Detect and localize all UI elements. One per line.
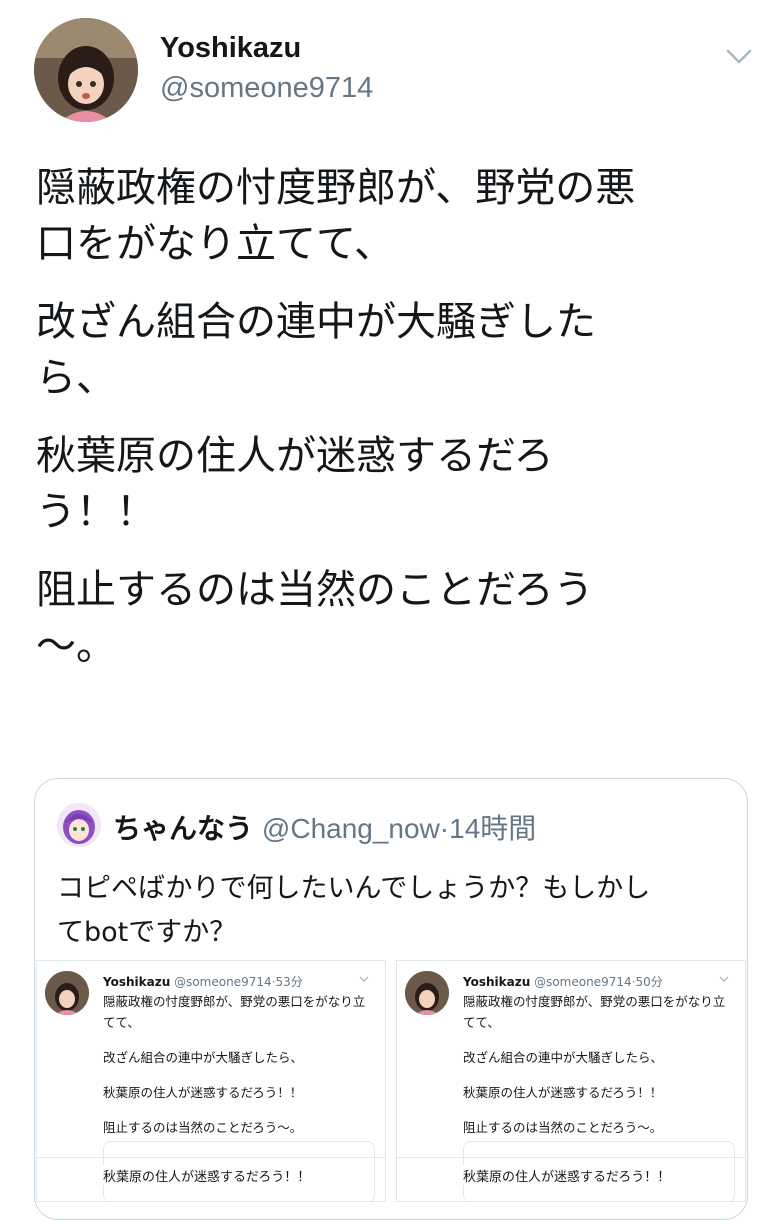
screenshot-line: 改ざん組合の連中が大騒ぎしたら、: [103, 1050, 304, 1065]
quote-text: コピペばかりで何したいんでしょうか？もしかし てbotですか？: [57, 873, 651, 948]
quote-separator: ·: [439, 813, 450, 844]
screenshot-text: 隠蔽政権の忖度野郎が、野党の悪口をがなり立てて、 改ざん組合の連中が大騒ぎしたら…: [463, 991, 735, 1152]
user-name[interactable]: Yoshikazu: [160, 32, 301, 65]
screenshot-author-name: Yoshikazu: [463, 975, 531, 989]
quote-avatar: [57, 803, 101, 847]
tweet-paragraph: 隠蔽政権の忖度野郎が、野党の悪 口をがなり立てて、: [36, 165, 636, 267]
embedded-screenshot[interactable]: Yoshikazu @someone9714·53分 隠蔽政権の忖度野郎が、野党…: [36, 960, 386, 1202]
chevron-down-icon: [359, 975, 369, 986]
user-handle[interactable]: @someone9714: [160, 72, 373, 105]
quote-timestamp: 14時間: [449, 813, 537, 844]
screenshot-line: 隠蔽政権の忖度野郎が、野党の悪口をがなり立てて、: [103, 994, 366, 1030]
screenshot-text: 隠蔽政権の忖度野郎が、野党の悪口をがなり立てて、 改ざん組合の連中が大騒ぎしたら…: [103, 991, 375, 1152]
tweet-text: 隠蔽政権の忖度野郎が、野党の悪 口をがなり立てて、 改ざん組合の連中が大騒ぎした…: [36, 160, 756, 696]
quote-author-name: ちゃんなう: [113, 812, 254, 845]
screenshot-next-line: 秋葉原の住人が迷惑するだろう！！: [463, 1166, 677, 1185]
screenshot-line: 秋葉原の住人が迷惑するだろう！！: [463, 1085, 663, 1100]
screenshot-timestamp: 50分: [635, 975, 663, 989]
embedded-screenshot[interactable]: Yoshikazu @someone9714·50分 隠蔽政権の忖度野郎が、野党…: [396, 960, 746, 1202]
tweet-paragraph: 改ざん組合の連中が大騒ぎした ら、: [36, 299, 596, 401]
chevron-down-icon: [719, 975, 729, 986]
tweet-paragraph: 阻止するのは当然のことだろう 〜。: [36, 567, 594, 669]
screenshot-line: 隠蔽政権の忖度野郎が、野党の悪口をがなり立てて、: [463, 994, 726, 1030]
screenshot-timestamp: 53分: [275, 975, 303, 989]
tweet-paragraph: 秋葉原の住人が迷惑するだろ う！！: [36, 433, 554, 535]
screenshot-next-line: 秋葉原の住人が迷惑するだろう！！: [103, 1166, 317, 1185]
divider: [37, 1157, 385, 1158]
screenshot-header: Yoshikazu @someone9714·50分: [463, 973, 663, 990]
screenshot-line: 秋葉原の住人が迷惑するだろう！！: [103, 1085, 303, 1100]
quote-author-handle: @Chang_now: [261, 813, 440, 844]
screenshot-header: Yoshikazu @someone9714·53分: [103, 973, 303, 990]
screenshot-line: 阻止するのは当然のことだろう〜。: [463, 1120, 663, 1135]
screenshot-avatar: [405, 971, 449, 1015]
quote-header: ちゃんなう @Chang_now·14時間: [113, 807, 536, 847]
screenshot-line: 阻止するのは当然のことだろう〜。: [103, 1120, 303, 1135]
divider: [397, 1157, 745, 1158]
chevron-down-icon[interactable]: [722, 44, 756, 68]
screenshot-avatar: [45, 971, 89, 1015]
screenshot-author-name: Yoshikazu: [103, 975, 171, 989]
screenshot-author-handle: @someone9714: [534, 975, 632, 989]
screenshot-author-handle: @someone9714: [174, 975, 272, 989]
user-avatar[interactable]: [34, 18, 138, 122]
screenshot-line: 改ざん組合の連中が大騒ぎしたら、: [463, 1050, 664, 1065]
